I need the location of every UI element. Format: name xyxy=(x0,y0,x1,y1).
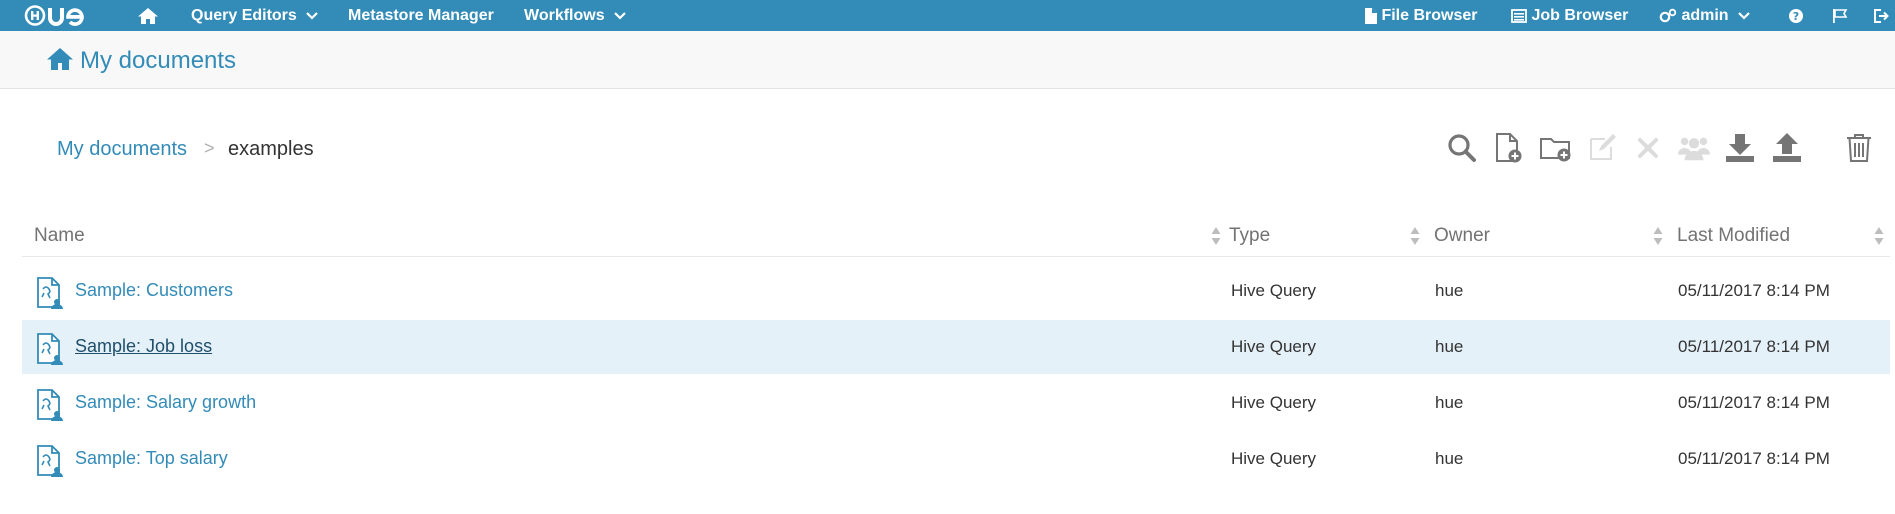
chevron-down-icon xyxy=(1738,11,1750,20)
document-last-modified: 05/11/2017 8:14 PM xyxy=(1678,281,1830,300)
table-row[interactable]: Sample: Customers Hive Query hue 05/11/2… xyxy=(22,264,1890,318)
trash-button[interactable] xyxy=(1842,130,1876,166)
new-document-icon xyxy=(1496,133,1522,163)
home-icon[interactable] xyxy=(137,0,159,31)
column-header-last-modified[interactable]: Last Modified xyxy=(1677,225,1790,247)
table-row[interactable]: Sample: Job loss Hive Query hue 05/11/20… xyxy=(22,320,1890,374)
sort-icon[interactable] xyxy=(1410,226,1420,246)
upload-button[interactable] xyxy=(1770,130,1804,166)
new-folder-button[interactable] xyxy=(1539,130,1573,166)
document-name-link[interactable]: Sample: Customers xyxy=(75,280,233,301)
sign-out-icon[interactable] xyxy=(1873,0,1889,31)
download-icon xyxy=(1726,134,1754,162)
nav-job-browser[interactable]: Job Browser xyxy=(1511,0,1628,31)
document-owner: hue xyxy=(1435,449,1464,468)
page-title-wrap[interactable]: My documents xyxy=(46,47,236,75)
sort-icon[interactable] xyxy=(1653,226,1663,246)
breadcrumb-current: examples xyxy=(228,138,314,160)
search-icon xyxy=(1448,134,1476,162)
document-type: Hive Query xyxy=(1231,449,1317,468)
delete-button[interactable] xyxy=(1631,130,1665,166)
document-last-modified: 05/11/2017 8:14 PM xyxy=(1678,393,1830,412)
column-header-owner[interactable]: Owner xyxy=(1434,225,1490,247)
document-type: Hive Query xyxy=(1231,281,1317,300)
sort-icon[interactable] xyxy=(1874,226,1884,246)
table-header: Name Type Owner Last Modified xyxy=(22,215,1890,257)
list-alt-icon xyxy=(1511,8,1527,23)
document-last-modified: 05/11/2017 8:14 PM xyxy=(1678,337,1830,356)
document-owner: hue xyxy=(1435,337,1464,356)
document-name-link[interactable]: Sample: Salary growth xyxy=(75,392,256,413)
sort-icon[interactable] xyxy=(1211,226,1221,246)
table-row[interactable]: Sample: Salary growth Hive Query hue 05/… xyxy=(22,376,1890,430)
top-navbar: Query Editors Metastore Manager Workflow… xyxy=(0,0,1895,31)
upload-icon xyxy=(1773,133,1801,162)
question-circle-icon[interactable]: ? xyxy=(1788,0,1804,31)
new-document-button[interactable] xyxy=(1492,130,1526,166)
nav-job-browser-label: Job Browser xyxy=(1531,7,1629,24)
download-button[interactable] xyxy=(1723,130,1757,166)
delete-x-icon xyxy=(1638,138,1658,158)
nav-user-menu[interactable]: admin xyxy=(1659,0,1751,31)
edit-button[interactable] xyxy=(1585,130,1619,166)
nav-file-browser-label: File Browser xyxy=(1381,7,1478,24)
chevron-down-icon xyxy=(306,11,319,20)
nav-metastore-manager[interactable]: Metastore Manager xyxy=(348,0,494,31)
document-name-link[interactable]: Sample: Top salary xyxy=(75,448,228,469)
page-header: My documents xyxy=(0,31,1895,89)
page-title: My documents xyxy=(80,47,237,74)
document-name-link[interactable]: Sample: Job loss xyxy=(75,336,212,357)
document-owner: hue xyxy=(1435,393,1464,412)
trash-icon xyxy=(1847,134,1871,162)
breadcrumb-separator: > xyxy=(204,138,215,158)
svg-text:?: ? xyxy=(1793,10,1799,23)
document-last-modified: 05/11/2017 8:14 PM xyxy=(1678,449,1830,468)
hive-query-document-icon xyxy=(37,389,63,421)
column-header-type[interactable]: Type xyxy=(1229,225,1270,247)
share-button[interactable] xyxy=(1677,130,1711,166)
nav-user-label: admin xyxy=(1681,7,1729,24)
breadcrumb-root[interactable]: My documents xyxy=(57,138,187,161)
new-folder-icon xyxy=(1540,138,1571,162)
search-button[interactable] xyxy=(1445,130,1479,166)
hive-query-document-icon xyxy=(37,333,63,365)
column-header-name[interactable]: Name xyxy=(34,225,85,247)
share-users-icon xyxy=(1677,137,1711,161)
document-owner: hue xyxy=(1435,281,1464,300)
chevron-down-icon xyxy=(614,11,626,20)
document-type: Hive Query xyxy=(1231,393,1317,412)
hive-query-document-icon xyxy=(37,277,63,309)
edit-icon xyxy=(1590,134,1616,160)
file-icon xyxy=(1365,7,1377,24)
home-icon xyxy=(47,48,73,70)
flag-icon[interactable] xyxy=(1831,0,1849,31)
nav-workflows-label: Workflows xyxy=(524,7,605,24)
hive-query-document-icon xyxy=(37,445,63,477)
nav-query-editors[interactable]: Query Editors xyxy=(191,0,319,31)
table-row[interactable]: Sample: Top salary Hive Query hue 05/11/… xyxy=(22,432,1890,486)
nav-query-editors-label: Query Editors xyxy=(191,7,297,24)
cogs-icon xyxy=(1659,8,1677,23)
nav-workflows[interactable]: Workflows xyxy=(524,0,627,31)
hue-logo[interactable] xyxy=(24,4,96,27)
nav-file-browser[interactable]: File Browser xyxy=(1364,0,1477,31)
document-type: Hive Query xyxy=(1231,337,1317,356)
